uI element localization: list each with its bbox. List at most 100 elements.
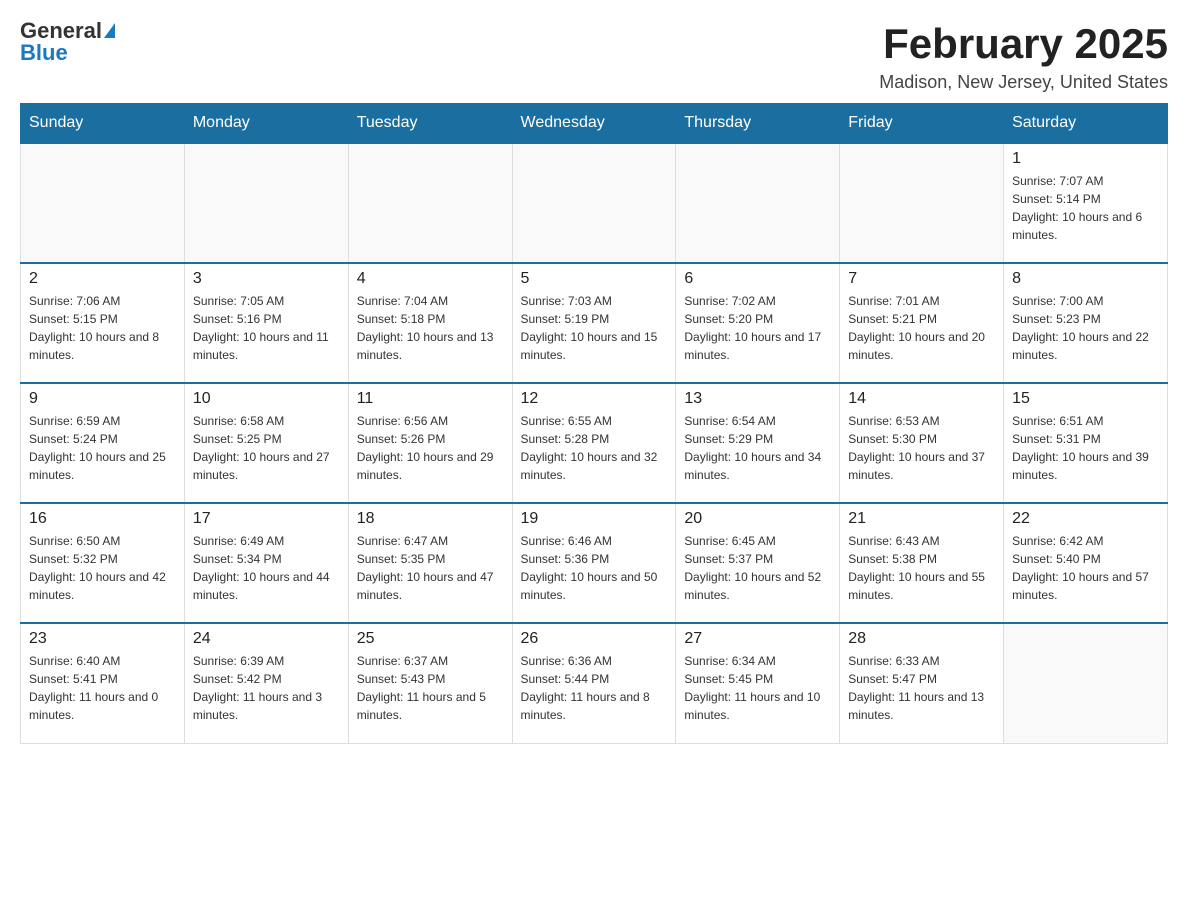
day-info: Sunrise: 7:05 AMSunset: 5:16 PMDaylight:… xyxy=(193,292,340,364)
calendar-day-cell: 5 Sunrise: 7:03 AMSunset: 5:19 PMDayligh… xyxy=(512,263,676,383)
day-info: Sunrise: 7:03 AMSunset: 5:19 PMDaylight:… xyxy=(521,292,668,364)
logo-blue-text: Blue xyxy=(20,42,68,64)
calendar-day-cell: 2 Sunrise: 7:06 AMSunset: 5:15 PMDayligh… xyxy=(21,263,185,383)
day-number: 23 xyxy=(29,630,176,648)
calendar-day-cell xyxy=(676,143,840,263)
calendar-day-cell: 18 Sunrise: 6:47 AMSunset: 5:35 PMDaylig… xyxy=(348,503,512,623)
calendar-day-cell: 13 Sunrise: 6:54 AMSunset: 5:29 PMDaylig… xyxy=(676,383,840,503)
calendar-header-row: SundayMondayTuesdayWednesdayThursdayFrid… xyxy=(21,104,1168,144)
logo: General Blue xyxy=(20,20,115,64)
calendar-day-cell: 26 Sunrise: 6:36 AMSunset: 5:44 PMDaylig… xyxy=(512,623,676,743)
calendar-day-cell: 24 Sunrise: 6:39 AMSunset: 5:42 PMDaylig… xyxy=(184,623,348,743)
day-info: Sunrise: 6:58 AMSunset: 5:25 PMDaylight:… xyxy=(193,412,340,484)
calendar-day-cell: 1 Sunrise: 7:07 AMSunset: 5:14 PMDayligh… xyxy=(1004,143,1168,263)
calendar-day-header: Thursday xyxy=(676,104,840,144)
day-number: 4 xyxy=(357,270,504,288)
calendar-day-cell: 11 Sunrise: 6:56 AMSunset: 5:26 PMDaylig… xyxy=(348,383,512,503)
calendar-day-cell: 20 Sunrise: 6:45 AMSunset: 5:37 PMDaylig… xyxy=(676,503,840,623)
day-info: Sunrise: 7:06 AMSunset: 5:15 PMDaylight:… xyxy=(29,292,176,364)
calendar-day-cell: 21 Sunrise: 6:43 AMSunset: 5:38 PMDaylig… xyxy=(840,503,1004,623)
day-info: Sunrise: 6:36 AMSunset: 5:44 PMDaylight:… xyxy=(521,652,668,724)
calendar-day-header: Sunday xyxy=(21,104,185,144)
calendar-day-cell: 4 Sunrise: 7:04 AMSunset: 5:18 PMDayligh… xyxy=(348,263,512,383)
day-info: Sunrise: 6:46 AMSunset: 5:36 PMDaylight:… xyxy=(521,532,668,604)
day-number: 3 xyxy=(193,270,340,288)
calendar-day-header: Saturday xyxy=(1004,104,1168,144)
day-info: Sunrise: 6:33 AMSunset: 5:47 PMDaylight:… xyxy=(848,652,995,724)
calendar-day-cell: 22 Sunrise: 6:42 AMSunset: 5:40 PMDaylig… xyxy=(1004,503,1168,623)
day-info: Sunrise: 6:40 AMSunset: 5:41 PMDaylight:… xyxy=(29,652,176,724)
day-number: 14 xyxy=(848,390,995,408)
day-number: 5 xyxy=(521,270,668,288)
day-number: 27 xyxy=(684,630,831,648)
calendar-day-cell: 27 Sunrise: 6:34 AMSunset: 5:45 PMDaylig… xyxy=(676,623,840,743)
calendar-day-header: Monday xyxy=(184,104,348,144)
day-number: 20 xyxy=(684,510,831,528)
day-info: Sunrise: 6:49 AMSunset: 5:34 PMDaylight:… xyxy=(193,532,340,604)
day-number: 21 xyxy=(848,510,995,528)
day-number: 28 xyxy=(848,630,995,648)
day-info: Sunrise: 6:47 AMSunset: 5:35 PMDaylight:… xyxy=(357,532,504,604)
calendar-day-cell xyxy=(1004,623,1168,743)
day-info: Sunrise: 6:37 AMSunset: 5:43 PMDaylight:… xyxy=(357,652,504,724)
day-number: 15 xyxy=(1012,390,1159,408)
day-number: 2 xyxy=(29,270,176,288)
day-info: Sunrise: 6:55 AMSunset: 5:28 PMDaylight:… xyxy=(521,412,668,484)
calendar-day-cell xyxy=(348,143,512,263)
day-info: Sunrise: 6:53 AMSunset: 5:30 PMDaylight:… xyxy=(848,412,995,484)
page-header: General Blue February 2025 Madison, New … xyxy=(20,20,1168,93)
day-info: Sunrise: 6:54 AMSunset: 5:29 PMDaylight:… xyxy=(684,412,831,484)
calendar-day-cell: 9 Sunrise: 6:59 AMSunset: 5:24 PMDayligh… xyxy=(21,383,185,503)
day-info: Sunrise: 6:56 AMSunset: 5:26 PMDaylight:… xyxy=(357,412,504,484)
day-number: 16 xyxy=(29,510,176,528)
calendar-day-cell xyxy=(840,143,1004,263)
day-number: 1 xyxy=(1012,150,1159,168)
day-info: Sunrise: 6:50 AMSunset: 5:32 PMDaylight:… xyxy=(29,532,176,604)
day-number: 9 xyxy=(29,390,176,408)
day-number: 7 xyxy=(848,270,995,288)
day-info: Sunrise: 6:45 AMSunset: 5:37 PMDaylight:… xyxy=(684,532,831,604)
calendar-day-cell: 19 Sunrise: 6:46 AMSunset: 5:36 PMDaylig… xyxy=(512,503,676,623)
calendar-week-row: 16 Sunrise: 6:50 AMSunset: 5:32 PMDaylig… xyxy=(21,503,1168,623)
calendar-week-row: 23 Sunrise: 6:40 AMSunset: 5:41 PMDaylig… xyxy=(21,623,1168,743)
calendar-day-cell: 3 Sunrise: 7:05 AMSunset: 5:16 PMDayligh… xyxy=(184,263,348,383)
calendar-day-cell: 12 Sunrise: 6:55 AMSunset: 5:28 PMDaylig… xyxy=(512,383,676,503)
calendar-day-cell: 10 Sunrise: 6:58 AMSunset: 5:25 PMDaylig… xyxy=(184,383,348,503)
calendar-week-row: 9 Sunrise: 6:59 AMSunset: 5:24 PMDayligh… xyxy=(21,383,1168,503)
day-info: Sunrise: 6:59 AMSunset: 5:24 PMDaylight:… xyxy=(29,412,176,484)
day-info: Sunrise: 7:04 AMSunset: 5:18 PMDaylight:… xyxy=(357,292,504,364)
day-number: 6 xyxy=(684,270,831,288)
day-info: Sunrise: 7:00 AMSunset: 5:23 PMDaylight:… xyxy=(1012,292,1159,364)
calendar-day-cell xyxy=(512,143,676,263)
day-info: Sunrise: 6:43 AMSunset: 5:38 PMDaylight:… xyxy=(848,532,995,604)
calendar-day-cell: 16 Sunrise: 6:50 AMSunset: 5:32 PMDaylig… xyxy=(21,503,185,623)
logo-general-text: General xyxy=(20,20,102,42)
day-number: 12 xyxy=(521,390,668,408)
calendar-day-cell: 8 Sunrise: 7:00 AMSunset: 5:23 PMDayligh… xyxy=(1004,263,1168,383)
title-block: February 2025 Madison, New Jersey, Unite… xyxy=(879,20,1168,93)
day-number: 19 xyxy=(521,510,668,528)
day-number: 25 xyxy=(357,630,504,648)
day-number: 11 xyxy=(357,390,504,408)
day-number: 8 xyxy=(1012,270,1159,288)
calendar-table: SundayMondayTuesdayWednesdayThursdayFrid… xyxy=(20,103,1168,744)
day-number: 24 xyxy=(193,630,340,648)
day-number: 26 xyxy=(521,630,668,648)
day-number: 17 xyxy=(193,510,340,528)
day-number: 18 xyxy=(357,510,504,528)
calendar-day-cell: 6 Sunrise: 7:02 AMSunset: 5:20 PMDayligh… xyxy=(676,263,840,383)
calendar-day-cell: 7 Sunrise: 7:01 AMSunset: 5:21 PMDayligh… xyxy=(840,263,1004,383)
calendar-day-header: Friday xyxy=(840,104,1004,144)
calendar-day-cell: 14 Sunrise: 6:53 AMSunset: 5:30 PMDaylig… xyxy=(840,383,1004,503)
calendar-day-header: Wednesday xyxy=(512,104,676,144)
day-info: Sunrise: 6:42 AMSunset: 5:40 PMDaylight:… xyxy=(1012,532,1159,604)
calendar-week-row: 1 Sunrise: 7:07 AMSunset: 5:14 PMDayligh… xyxy=(21,143,1168,263)
day-info: Sunrise: 7:07 AMSunset: 5:14 PMDaylight:… xyxy=(1012,172,1159,244)
day-info: Sunrise: 7:02 AMSunset: 5:20 PMDaylight:… xyxy=(684,292,831,364)
day-number: 10 xyxy=(193,390,340,408)
subtitle: Madison, New Jersey, United States xyxy=(879,72,1168,93)
calendar-day-cell xyxy=(184,143,348,263)
calendar-day-cell: 28 Sunrise: 6:33 AMSunset: 5:47 PMDaylig… xyxy=(840,623,1004,743)
day-info: Sunrise: 6:39 AMSunset: 5:42 PMDaylight:… xyxy=(193,652,340,724)
day-info: Sunrise: 6:34 AMSunset: 5:45 PMDaylight:… xyxy=(684,652,831,724)
